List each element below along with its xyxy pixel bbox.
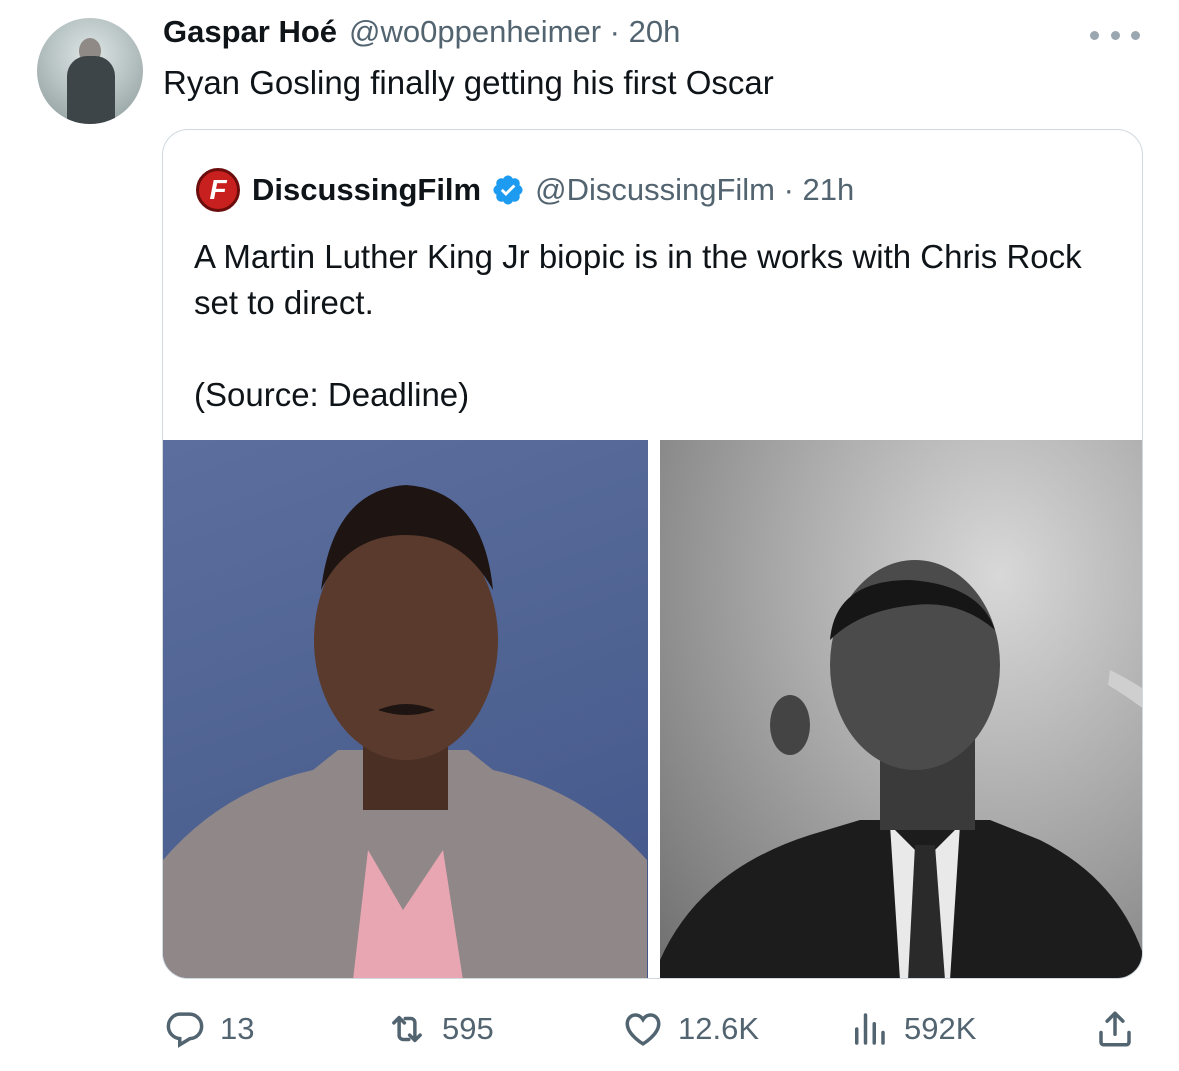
- more-dot: [1090, 30, 1099, 40]
- action-bar: 13 595 12.6K 592K: [0, 1004, 1179, 1054]
- quoted-author-meta: @DiscussingFilm · 21h: [535, 172, 855, 207]
- quoted-text-source: (Source: Deadline): [194, 376, 470, 413]
- share-button[interactable]: [1094, 1004, 1150, 1054]
- like-icon: [625, 1013, 661, 1046]
- reply-button[interactable]: 13: [164, 1004, 254, 1054]
- photo-chris-rock[interactable]: [163, 440, 648, 978]
- repost-icon: [392, 1015, 422, 1043]
- logo-letter: F: [209, 174, 227, 205]
- views-icon: [855, 1013, 885, 1045]
- avatar-figure: [67, 56, 115, 124]
- verified-icon: [493, 175, 523, 205]
- photo-mlk[interactable]: [659, 440, 1142, 978]
- views-count: 592K: [904, 1011, 977, 1046]
- tweet-text: Ryan Gosling finally getting his first O…: [163, 64, 774, 101]
- quoted-header: F DiscussingFilm @DiscussingFilm · 21h: [196, 168, 855, 212]
- quoted-media: [163, 440, 1142, 978]
- author-meta: @wo0ppenheimer · 20h: [349, 14, 681, 49]
- author-name[interactable]: Gaspar Hoé: [163, 14, 337, 50]
- discussingfilm-logo: F: [196, 168, 240, 212]
- quoted-author-name[interactable]: DiscussingFilm: [252, 172, 481, 208]
- repost-button[interactable]: 595: [386, 1004, 494, 1054]
- more-icon[interactable]: [1090, 22, 1140, 48]
- quoted-text-spacer: [194, 326, 1124, 372]
- quoted-tweet[interactable]: F DiscussingFilm @DiscussingFilm · 21h A…: [162, 129, 1143, 979]
- like-count: 12.6K: [678, 1011, 760, 1046]
- tweet-header: Gaspar Hoé @wo0ppenheimer · 20h: [163, 14, 680, 54]
- portrait-silhouette: [163, 485, 647, 978]
- reply-icon: [166, 1012, 204, 1048]
- share-icon: [1099, 1011, 1131, 1047]
- reply-count: 13: [220, 1011, 255, 1046]
- avatar[interactable]: [37, 18, 143, 124]
- quoted-text: A Martin Luther King Jr biopic is in the…: [194, 234, 1124, 418]
- like-button[interactable]: 12.6K: [622, 1004, 759, 1054]
- views-button[interactable]: 592K: [848, 1004, 976, 1054]
- more-dot: [1131, 30, 1140, 40]
- repost-count: 595: [442, 1011, 494, 1046]
- portrait-silhouette: [659, 560, 1142, 978]
- quoted-text-line: A Martin Luther King Jr biopic is in the…: [194, 238, 1082, 321]
- more-dot: [1110, 30, 1120, 40]
